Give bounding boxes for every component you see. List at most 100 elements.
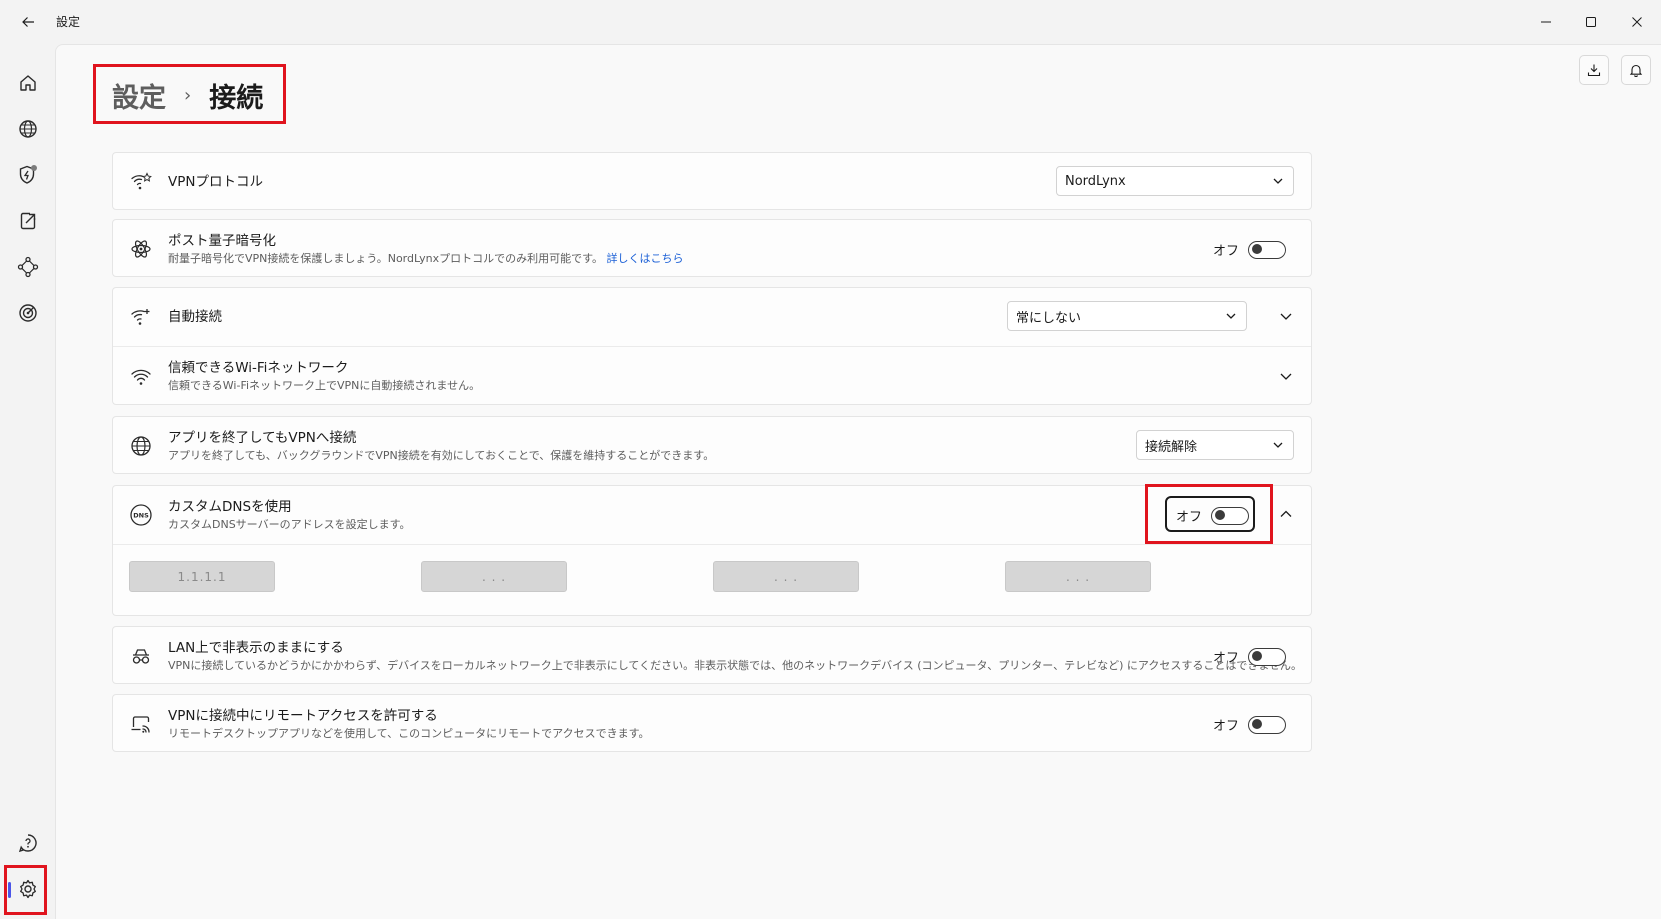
chevron-down-icon bbox=[1273, 178, 1283, 184]
custom-dns-collapse-button[interactable] bbox=[1275, 503, 1297, 525]
remote-access-toggle[interactable]: オフ bbox=[1213, 715, 1287, 734]
minimize-icon bbox=[1541, 21, 1551, 23]
breadcrumb-separator-icon: › bbox=[184, 84, 192, 106]
vpn-protocol-value: NordLynx bbox=[1065, 173, 1126, 189]
auto-connect-title: 自動接続 bbox=[168, 309, 222, 325]
remote-desktop-icon bbox=[129, 712, 153, 736]
main-content: 設定 › 接続 VPNプロトコル NordLynx ポスト量子暗号化 耐量子暗号… bbox=[55, 44, 1661, 919]
vpn-protocol-title: VPNプロトコル bbox=[168, 174, 263, 190]
help-icon bbox=[18, 834, 37, 853]
invisible-lan-toggle[interactable]: オフ bbox=[1213, 647, 1287, 666]
stay-connected-desc: アプリを終了しても、バックグラウンドでVPN接続を有効にしておくことで、保護を維… bbox=[168, 449, 715, 462]
sidebar-item-dark-web-monitor[interactable] bbox=[8, 294, 48, 332]
sidebar-item-globe[interactable] bbox=[8, 110, 48, 148]
globe-icon bbox=[129, 434, 153, 458]
sidebar-item-file-share[interactable] bbox=[8, 202, 48, 240]
meshnet-icon bbox=[17, 256, 39, 278]
invisible-lan-title: LAN上で非表示のままにする bbox=[168, 640, 344, 656]
auto-connect-card: 自動接続 常にしない 信頼できるWi-Fiネットワーク 信頼できるWi-Fiネッ… bbox=[112, 287, 1312, 405]
trusted-wifi-expand-button[interactable] bbox=[1275, 365, 1297, 387]
title-bar: 設定 bbox=[0, 0, 1661, 44]
stay-connected-card: アプリを終了してもVPNへ接続 アプリを終了しても、バックグラウンドでVPN接続… bbox=[112, 416, 1312, 474]
remote-access-title: VPNに接続中にリモートアクセスを許可する bbox=[168, 708, 438, 724]
custom-dns-toggle[interactable]: オフ bbox=[1176, 506, 1250, 525]
home-icon bbox=[20, 75, 36, 91]
dns-field-1[interactable]: 1.1.1.1 bbox=[129, 561, 275, 592]
remote-access-desc: リモートデスクトップアプリなどを使用して、このコンピュータにリモートでアクセスで… bbox=[168, 727, 650, 740]
vpn-protocol-select[interactable]: NordLynx bbox=[1056, 166, 1294, 196]
breadcrumb-current: 接続 bbox=[209, 82, 264, 114]
svg-text:DNS: DNS bbox=[133, 512, 149, 520]
post-quantum-title: ポスト量子暗号化 bbox=[168, 233, 276, 249]
auto-connect-select[interactable]: 常にしない bbox=[1007, 301, 1247, 331]
bell-icon bbox=[1629, 64, 1643, 77]
divider bbox=[113, 346, 1311, 347]
toggle-state-label: オフ bbox=[1213, 244, 1240, 259]
remote-access-card: VPNに接続中にリモートアクセスを許可する リモートデスクトップアプリなどを使用… bbox=[112, 694, 1312, 752]
chevron-down-icon bbox=[1280, 313, 1292, 320]
post-quantum-toggle[interactable]: オフ bbox=[1213, 240, 1287, 259]
chevron-down-icon bbox=[1226, 313, 1236, 319]
gear-icon bbox=[20, 879, 36, 899]
post-quantum-desc: 耐量子暗号化でVPN接続を保護しましょう。NordLynxプロトコルでのみ利用可… bbox=[168, 252, 604, 265]
breadcrumb-root[interactable]: 設定 bbox=[112, 76, 166, 115]
dns-field-3[interactable]: . . . bbox=[713, 561, 859, 592]
stay-connected-value: 接続解除 bbox=[1145, 439, 1198, 455]
sidebar-item-meshnet[interactable] bbox=[8, 248, 48, 286]
auto-connect-expand-button[interactable] bbox=[1275, 305, 1297, 327]
stay-connected-select[interactable]: 接続解除 bbox=[1136, 430, 1294, 460]
toggle-switch[interactable] bbox=[1248, 647, 1287, 666]
chevron-up-icon bbox=[1280, 510, 1292, 517]
toggle-state-label: オフ bbox=[1176, 510, 1203, 525]
sidebar-item-settings[interactable] bbox=[8, 870, 48, 908]
wifi-star-icon bbox=[129, 170, 153, 194]
maximize-button[interactable] bbox=[1571, 8, 1611, 36]
divider bbox=[113, 544, 1311, 545]
toggle-switch[interactable] bbox=[1211, 506, 1250, 525]
arrow-left-icon bbox=[22, 17, 34, 27]
toggle-state-label: オフ bbox=[1213, 719, 1240, 734]
close-button[interactable] bbox=[1617, 8, 1657, 36]
dns-field-4[interactable]: . . . bbox=[1005, 561, 1151, 592]
breadcrumb: 設定 › 接続 bbox=[94, 67, 281, 123]
dns-fields: 1.1.1.1 . . . . . . . . . bbox=[129, 561, 1229, 593]
notifications-button[interactable] bbox=[1621, 55, 1651, 85]
incognito-icon bbox=[129, 644, 153, 668]
stay-connected-title: アプリを終了してもVPNへ接続 bbox=[168, 430, 357, 446]
auto-connect-value: 常にしない bbox=[1016, 310, 1082, 326]
globe-icon bbox=[19, 120, 37, 138]
dns-icon: DNS bbox=[129, 503, 153, 527]
trusted-wifi-desc: 信頼できるWi-Fiネットワーク上でVPNに自動接続されません。 bbox=[168, 379, 481, 392]
toggle-switch[interactable] bbox=[1248, 240, 1287, 259]
dns-field-2[interactable]: . . . bbox=[421, 561, 567, 592]
vpn-protocol-card: VPNプロトコル NordLynx bbox=[112, 152, 1312, 210]
wifi-icon bbox=[129, 365, 153, 389]
toggle-state-label: オフ bbox=[1213, 651, 1240, 666]
custom-dns-title: カスタムDNSを使用 bbox=[168, 499, 292, 515]
sidebar bbox=[0, 44, 55, 919]
sidebar-item-help[interactable] bbox=[8, 824, 48, 862]
shield-icon bbox=[19, 165, 37, 184]
target-icon bbox=[19, 304, 37, 322]
custom-dns-card: DNS カスタムDNSを使用 カスタムDNSサーバーのアドレスを設定します。 オ… bbox=[112, 485, 1312, 616]
window-title: 設定 bbox=[56, 15, 81, 29]
sidebar-item-home[interactable] bbox=[8, 64, 48, 102]
close-icon bbox=[1632, 17, 1642, 27]
atom-icon bbox=[129, 237, 153, 261]
toggle-switch[interactable] bbox=[1248, 715, 1287, 734]
learn-more-link[interactable]: 詳しくはこちら bbox=[607, 252, 684, 265]
download-icon bbox=[1587, 64, 1601, 77]
back-button[interactable] bbox=[16, 10, 40, 34]
invisible-lan-card: LAN上で非表示のままにする VPNに接続しているかどうかにかかわらず、デバイス… bbox=[112, 626, 1312, 684]
invisible-lan-desc: VPNに接続しているかどうかにかかわらず、デバイスをローカルネットワーク上で非表… bbox=[168, 659, 1302, 672]
maximize-icon bbox=[1586, 17, 1596, 27]
wifi-auto-icon bbox=[129, 305, 153, 329]
sidebar-item-threat-protection[interactable] bbox=[8, 156, 48, 194]
post-quantum-card: ポスト量子暗号化 耐量子暗号化でVPN接続を保護しましょう。NordLynxプロ… bbox=[112, 219, 1312, 277]
trusted-wifi-title: 信頼できるWi-Fiネットワーク bbox=[168, 360, 349, 376]
download-button[interactable] bbox=[1579, 55, 1609, 85]
minimize-button[interactable] bbox=[1526, 8, 1566, 36]
chevron-down-icon bbox=[1280, 373, 1292, 380]
file-share-icon bbox=[20, 212, 36, 230]
sidebar-active-indicator bbox=[8, 882, 11, 898]
